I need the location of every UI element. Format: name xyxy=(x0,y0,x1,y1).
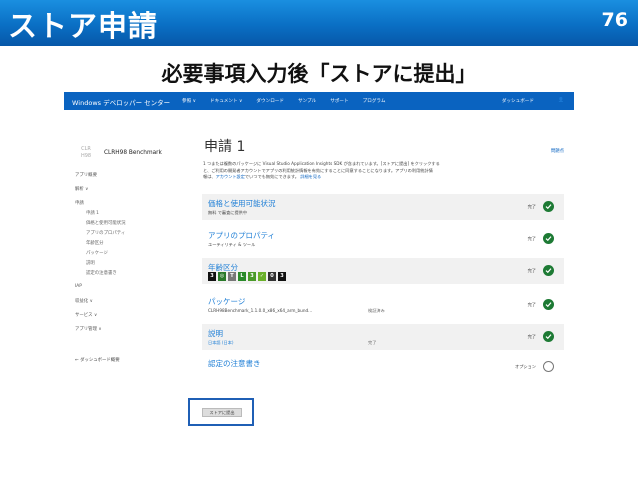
sidebar-item-properties[interactable]: アプリのプロパティ xyxy=(86,230,125,236)
rating-badge: ◎ xyxy=(218,272,226,281)
page-title: 申請 1 xyxy=(204,139,246,155)
app-name: CLRH98 Benchmark xyxy=(104,150,162,156)
highlight-box: ストアに提出 xyxy=(188,398,254,426)
nav-item-support[interactable]: サポート xyxy=(330,98,348,104)
nav-menu: 参照 ∨ ドキュメント ∨ ダウンロード サンプル サポート プログラム xyxy=(182,98,385,104)
nav-item-samples[interactable]: サンプル xyxy=(298,98,316,104)
section-title[interactable]: アプリのプロパティ xyxy=(208,230,275,241)
dev-center-screenshot: Windows デベロッパー センター 参照 ∨ ドキュメント ∨ ダウンロード… xyxy=(64,92,574,442)
rating-badges: 3 ◎ T L 3 ✓ 0 3 xyxy=(208,272,286,281)
section-packages[interactable]: パッケージ CLRH98Benchmark_1.1.0.0_x86_x64_ar… xyxy=(202,292,564,318)
sidebar-item-overview[interactable]: アプリ概要 xyxy=(75,172,97,178)
sidebar-item-notes[interactable]: 認定の注意書き xyxy=(86,270,117,276)
check-circle-icon xyxy=(543,201,554,212)
sidebar-item-description[interactable]: 説明 xyxy=(86,260,95,266)
intro-line-3: 報は、 xyxy=(203,174,216,179)
slide-header: ストア申請 76 xyxy=(0,0,638,46)
sidebar-item-submission-1[interactable]: 申請 1 xyxy=(86,210,99,216)
check-circle-icon xyxy=(543,265,554,276)
sidebar-item-pricing[interactable]: 価格と使用可能状況 xyxy=(86,220,126,226)
section-detail: CLRH98Benchmark_1.1.0.0_x86_x64_arm_bund… xyxy=(208,308,313,313)
learn-more-link[interactable]: 詳細を見る xyxy=(300,174,321,179)
brand-link[interactable]: Windows デベロッパー センター xyxy=(72,97,170,107)
nav-item-docs[interactable]: ドキュメント ∨ xyxy=(210,98,242,104)
status-label: 完了 xyxy=(527,302,536,307)
description-state: 完了 xyxy=(368,340,377,345)
check-circle-icon xyxy=(543,331,554,342)
language-link[interactable]: 日本語 (日本) xyxy=(208,340,234,346)
user-icon[interactable]: 👤 xyxy=(558,98,564,103)
rating-badge: 0 xyxy=(268,272,276,281)
rating-badge: L xyxy=(238,272,246,281)
section-cert-notes[interactable]: 認定の注意書き オプション xyxy=(202,354,564,380)
nav-item-downloads[interactable]: ダウンロード xyxy=(256,98,284,104)
section-title[interactable]: 説明 xyxy=(208,328,223,339)
app-logo: CLR H98 xyxy=(80,146,92,159)
sidebar-item-submissions[interactable]: 申請 xyxy=(75,200,84,206)
feedback-link[interactable]: 問題点 xyxy=(551,148,564,154)
section-detail: 無料 で審査に提供中 xyxy=(208,210,248,215)
sidebar-item-packages[interactable]: パッケージ xyxy=(86,250,108,256)
nav-item-programs[interactable]: プログラム xyxy=(363,98,386,104)
section-age-ratings[interactable]: 年齢区分 3 ◎ T L 3 ✓ 0 3 完了 xyxy=(202,258,564,284)
check-circle-icon xyxy=(543,299,554,310)
section-pricing[interactable]: 価格と使用可能状況 無料 で審査に提供中 完了 xyxy=(202,194,564,220)
submit-to-store-button[interactable]: ストアに提出 xyxy=(202,408,242,417)
intro-line-1: 1 つまたは複数のパッケージに Visual Studio Applicatio… xyxy=(203,161,440,166)
top-navbar: Windows デベロッパー センター 参照 ∨ ドキュメント ∨ ダウンロード… xyxy=(64,92,574,110)
status-label: 完了 xyxy=(527,268,536,273)
intro-text: 1 つまたは複数のパッケージに Visual Studio Applicatio… xyxy=(203,161,543,181)
package-validation: 検証済み xyxy=(368,308,385,313)
slide-subtitle: 必要事項入力後「ストアに提出」 xyxy=(161,62,477,86)
rating-badge: T xyxy=(228,272,236,281)
sidebar-item-analytics[interactable]: 解析 ∨ xyxy=(75,186,88,192)
rating-badge: 3 xyxy=(208,272,216,281)
dashboard-link[interactable]: ダッシュボード xyxy=(502,98,534,104)
sidebar-item-monetize[interactable]: 収益化 ∨ xyxy=(75,298,93,304)
rating-badge: 3 xyxy=(248,272,256,281)
section-description[interactable]: 説明 日本語 (日本) 完了 完了 xyxy=(202,324,564,350)
section-properties[interactable]: アプリのプロパティ ユーティリティ & ツール 完了 xyxy=(202,226,564,252)
empty-circle-icon xyxy=(543,361,554,372)
rating-badge: 3 xyxy=(278,272,286,281)
rating-badge: ✓ xyxy=(258,272,266,281)
sidebar-item-app-management[interactable]: アプリ管理 ∨ xyxy=(75,326,102,332)
section-title[interactable]: パッケージ xyxy=(208,296,245,307)
status-label: 完了 xyxy=(527,334,536,339)
nav-item-reference[interactable]: 参照 ∨ xyxy=(182,98,196,104)
sidebar-item-services[interactable]: サービス ∨ xyxy=(75,312,97,318)
intro-line-3b: でいつでも無効にできます。 xyxy=(244,174,299,179)
status-label: オプション xyxy=(515,364,536,369)
account-settings-link[interactable]: アカウント設定 xyxy=(216,174,245,179)
section-title[interactable]: 認定の注意書き xyxy=(208,358,261,369)
intro-line-2: と、ご利用の開発者アカウントでアプリの利用統計情報を有効にすることに同意すること… xyxy=(203,167,433,173)
slide-number: 76 xyxy=(601,9,628,31)
status-label: 完了 xyxy=(527,236,536,241)
sidebar-item-iap[interactable]: IAP xyxy=(75,284,82,289)
section-detail: ユーティリティ & ツール xyxy=(208,242,256,247)
back-to-dashboard-link[interactable]: ← ダッシュボード概要 xyxy=(75,357,120,363)
check-circle-icon xyxy=(543,233,554,244)
sidebar-item-age-ratings[interactable]: 年齢区分 xyxy=(86,240,104,246)
status-label: 完了 xyxy=(527,204,536,209)
slide-title: ストア申請 xyxy=(8,9,159,43)
section-title[interactable]: 価格と使用可能状況 xyxy=(208,198,276,209)
